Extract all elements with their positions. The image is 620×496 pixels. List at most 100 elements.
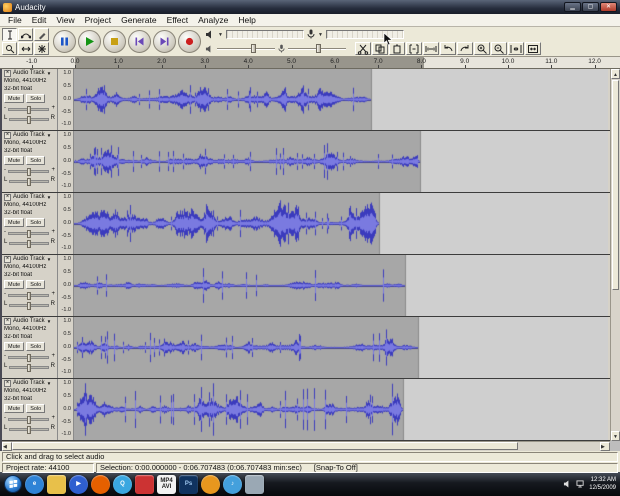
- track-title[interactable]: Audio Track: [13, 256, 45, 264]
- notepad-icon[interactable]: [245, 474, 264, 494]
- track-close-button[interactable]: ×: [4, 132, 11, 140]
- track-title[interactable]: Audio Track: [13, 194, 45, 202]
- vertical-scale-ruler[interactable]: 1.0 0.5 0.0 -0.5 -1.0: [58, 193, 74, 254]
- menu-project[interactable]: Project: [80, 15, 116, 25]
- realplayer-icon[interactable]: [135, 474, 154, 494]
- taskbar-clock[interactable]: 12:32 AM 12/5/2009: [589, 476, 616, 492]
- mp4-avi-converter-icon[interactable]: MP4 AVI: [157, 474, 176, 494]
- output-level-meter[interactable]: [225, 30, 304, 39]
- solo-button[interactable]: Solo: [26, 280, 46, 290]
- menu-generate[interactable]: Generate: [116, 15, 161, 25]
- track-title[interactable]: Audio Track: [13, 380, 45, 388]
- gain-slider[interactable]: - +: [4, 167, 55, 176]
- skip-to-start-button[interactable]: [128, 30, 151, 53]
- pan-slider[interactable]: LR: [4, 363, 55, 372]
- track-menu-caret-icon[interactable]: ▼: [47, 319, 51, 325]
- track-close-button[interactable]: ×: [4, 194, 11, 202]
- waveform-1[interactable]: [74, 69, 608, 130]
- vertical-scale-ruler[interactable]: 1.0 0.5 0.0 -0.5 -1.0: [58, 317, 74, 378]
- vertical-scale-ruler[interactable]: 1.0 0.5 0.0 -0.5 -1.0: [58, 379, 74, 440]
- redo-button[interactable]: [457, 42, 473, 55]
- fit-project-button[interactable]: [525, 42, 541, 55]
- start-button[interactable]: [4, 475, 22, 493]
- waveform-4[interactable]: [74, 255, 608, 316]
- menu-effect[interactable]: Effect: [162, 15, 194, 25]
- vertical-scrollbar[interactable]: ▲ ▼: [610, 69, 620, 441]
- audacity-taskbar-icon[interactable]: [201, 474, 220, 494]
- solo-button[interactable]: Solo: [26, 404, 46, 414]
- menu-analyze[interactable]: Analyze: [193, 15, 233, 25]
- cut-button[interactable]: [355, 42, 371, 55]
- solo-button[interactable]: Solo: [26, 218, 46, 228]
- waveform-3[interactable]: [74, 193, 608, 254]
- track-close-button[interactable]: ×: [4, 318, 11, 326]
- selection-tool-button[interactable]: [2, 28, 17, 41]
- output-meter-dropdown-icon[interactable]: ▼: [218, 32, 223, 38]
- pan-slider[interactable]: LR: [4, 177, 55, 186]
- vertical-scale-ruler[interactable]: 1.0 0.5 0.0 -0.5 -1.0: [58, 131, 74, 192]
- horizontal-scroll-thumb[interactable]: [12, 442, 518, 450]
- solo-button[interactable]: Solo: [26, 342, 46, 352]
- menu-edit[interactable]: Edit: [27, 15, 52, 25]
- draw-tool-button[interactable]: [34, 28, 49, 41]
- gain-slider[interactable]: - +: [4, 291, 55, 300]
- zoom-in-button[interactable]: [474, 42, 490, 55]
- mute-button[interactable]: Mute: [4, 342, 25, 352]
- track-menu-caret-icon[interactable]: ▼: [47, 381, 51, 387]
- undo-button[interactable]: [440, 42, 456, 55]
- track-close-button[interactable]: ×: [4, 256, 11, 264]
- mute-button[interactable]: Mute: [4, 156, 25, 166]
- tray-volume-icon[interactable]: [563, 475, 572, 493]
- skip-to-end-button[interactable]: [153, 30, 176, 53]
- zoom-out-button[interactable]: [491, 42, 507, 55]
- timeshift-tool-button[interactable]: [18, 42, 33, 55]
- track-menu-caret-icon[interactable]: ▼: [47, 257, 51, 263]
- close-button[interactable]: ✕: [600, 2, 617, 12]
- internet-explorer-icon[interactable]: e: [25, 474, 44, 494]
- mute-button[interactable]: Mute: [4, 404, 25, 414]
- input-meter-dropdown-icon[interactable]: ▼: [318, 32, 323, 38]
- gain-slider[interactable]: - +: [4, 105, 55, 114]
- fit-selection-button[interactable]: [508, 42, 524, 55]
- track-close-button[interactable]: ×: [4, 380, 11, 388]
- track-title[interactable]: Audio Track: [13, 318, 45, 326]
- waveform-6[interactable]: [74, 379, 608, 440]
- waveform-5[interactable]: [74, 317, 608, 378]
- track-title[interactable]: Audio Track: [13, 132, 45, 140]
- scroll-down-icon[interactable]: ▼: [611, 431, 620, 441]
- itunes-icon[interactable]: ♪: [223, 474, 242, 494]
- horizontal-scrollbar[interactable]: ◀ ▶: [2, 441, 610, 451]
- pan-slider[interactable]: LR: [4, 301, 55, 310]
- solo-button[interactable]: Solo: [26, 94, 46, 104]
- vertical-scale-ruler[interactable]: 1.0 0.5 0.0 -0.5 -1.0: [58, 255, 74, 316]
- scroll-right-icon[interactable]: ▶: [600, 442, 610, 451]
- quicktime-icon[interactable]: Q: [113, 474, 132, 494]
- timeline-ruler[interactable]: -1.0 0.0 1.0 2.0 3.0 4.0 5.0 6.0 7.0 8.0 9.0 10.0 11…: [0, 57, 620, 69]
- record-button[interactable]: [178, 30, 201, 53]
- trim-button[interactable]: [406, 42, 422, 55]
- firefox-icon[interactable]: [91, 474, 110, 494]
- pan-slider[interactable]: LR: [4, 425, 55, 434]
- multi-tool-button[interactable]: [34, 42, 49, 55]
- maximize-button[interactable]: ▢: [582, 2, 599, 12]
- stop-button[interactable]: [103, 30, 126, 53]
- input-mic-icon[interactable]: [307, 26, 315, 44]
- tray-network-icon[interactable]: [576, 475, 585, 493]
- zoom-tool-button[interactable]: [2, 42, 17, 55]
- menu-help[interactable]: Help: [233, 15, 260, 25]
- menu-view[interactable]: View: [51, 15, 79, 25]
- pan-slider[interactable]: LR: [4, 115, 55, 124]
- menu-file[interactable]: File: [3, 15, 27, 25]
- scroll-up-icon[interactable]: ▲: [611, 69, 620, 79]
- track-menu-caret-icon[interactable]: ▼: [47, 195, 51, 201]
- play-button[interactable]: [78, 30, 101, 53]
- gain-slider[interactable]: - +: [4, 229, 55, 238]
- pause-button[interactable]: [53, 30, 76, 53]
- mute-button[interactable]: Mute: [4, 218, 25, 228]
- mute-button[interactable]: Mute: [4, 94, 25, 104]
- vertical-scroll-thumb[interactable]: [612, 80, 619, 290]
- track-menu-caret-icon[interactable]: ▼: [47, 71, 51, 77]
- pan-slider[interactable]: LR: [4, 239, 55, 248]
- photoshop-icon[interactable]: Ps: [179, 474, 198, 494]
- media-player-icon[interactable]: ▶: [69, 474, 88, 494]
